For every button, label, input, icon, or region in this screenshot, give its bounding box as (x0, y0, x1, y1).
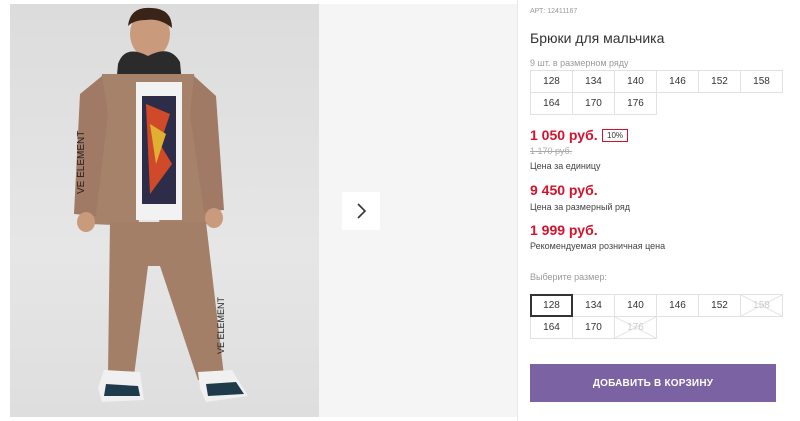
size-option-label: 146 (669, 300, 686, 311)
discount-badge: 10% (602, 129, 629, 142)
size-option-label: 134 (585, 300, 602, 311)
pack-price-label: Цена за размерный ряд (530, 202, 631, 212)
product-gallery: VE ELEMENT VE ELEMENT (0, 0, 517, 421)
product-title: Брюки для мальчика (530, 30, 665, 46)
next-image-button[interactable] (342, 192, 380, 230)
pack-note: 9 шт. в размерном ряду (530, 58, 629, 68)
choose-size-label: Выберите размер: (530, 272, 607, 282)
boy-model-image: VE ELEMENT VE ELEMENT (74, 7, 248, 402)
pack-size-cell: 158 (740, 70, 783, 93)
size-option-label: 170 (585, 322, 602, 333)
product-sku: АРТ: 12411167 (530, 8, 578, 15)
retail-price-label: Рекомендуемая розничная цена (530, 241, 666, 251)
size-option-146[interactable]: 146 (656, 294, 699, 317)
old-price: 1 170 руб. (530, 146, 573, 156)
pack-size-cell: 134 (572, 70, 615, 93)
size-option-158: 158 (740, 294, 783, 317)
svg-text:VE ELEMENT: VE ELEMENT (216, 296, 226, 354)
product-photo[interactable]: VE ELEMENT VE ELEMENT (10, 4, 319, 417)
pack-size-cell: 170 (572, 92, 615, 115)
pack-size-cell: 176 (614, 92, 657, 115)
pack-size-grid: 128 134 140 146 152 158 164 170 176 (530, 70, 783, 115)
chevron-right-icon (357, 203, 367, 219)
size-option-label: 140 (627, 300, 644, 311)
size-selector: 128 134 140 146 152 158 164 170 176 (530, 294, 783, 339)
size-option-label: 128 (543, 300, 560, 311)
size-option-label: 176 (627, 322, 644, 333)
pack-price: 9 450 руб. (530, 182, 598, 198)
size-option-label: 164 (543, 322, 560, 333)
pack-size-cell: 152 (698, 70, 741, 93)
pack-size-cell: 164 (530, 92, 573, 115)
pack-size-cell: 128 (530, 70, 573, 93)
unit-price-label: Цена за единицу (530, 161, 601, 171)
vertical-divider (517, 0, 518, 421)
size-option-140[interactable]: 140 (614, 294, 657, 317)
retail-price: 1 999 руб. (530, 222, 598, 238)
size-option-134[interactable]: 134 (572, 294, 615, 317)
pack-size-cell: 140 (614, 70, 657, 93)
size-option-170[interactable]: 170 (572, 316, 615, 339)
size-option-152[interactable]: 152 (698, 294, 741, 317)
size-option-164[interactable]: 164 (530, 316, 573, 339)
size-option-label: 152 (711, 300, 728, 311)
add-to-cart-button[interactable]: ДОБАВИТЬ В КОРЗИНУ (530, 364, 776, 402)
size-option-label: 158 (753, 300, 770, 311)
unit-price: 1 050 руб. (530, 127, 598, 143)
pack-size-cell: 146 (656, 70, 699, 93)
size-option-176: 176 (614, 316, 657, 339)
svg-text:VE ELEMENT: VE ELEMENT (76, 131, 87, 194)
size-option-128[interactable]: 128 (530, 294, 573, 317)
